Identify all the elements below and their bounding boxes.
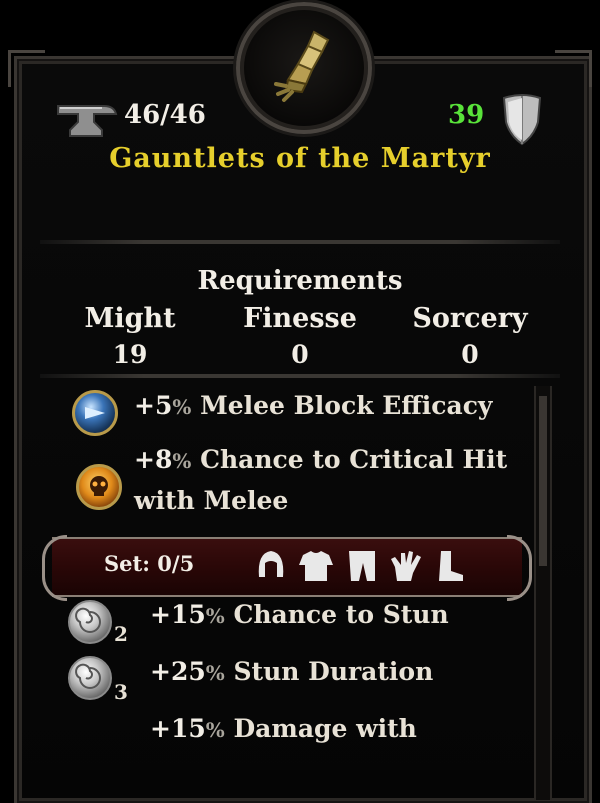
set-pieces bbox=[255, 547, 467, 585]
gloves-icon bbox=[391, 551, 421, 581]
bonus-text: Chance to Stun bbox=[233, 600, 449, 629]
bonus-value: +8 bbox=[134, 445, 173, 474]
anvil-icon bbox=[57, 105, 118, 137]
req-sorcery-value: 0 bbox=[461, 340, 479, 369]
gauntlet-icon bbox=[274, 30, 330, 102]
bonus-melee-block: +5% Melee Block Efficacy bbox=[134, 386, 492, 427]
req-sorcery-label: Sorcery bbox=[412, 303, 528, 334]
requirements-heading: Requirements bbox=[197, 266, 403, 296]
set-progress-label: Set: 0/5 bbox=[104, 551, 195, 576]
percent-sign: % bbox=[205, 718, 225, 742]
set-bonus-stun-duration: +25% Stun Duration bbox=[150, 652, 433, 693]
req-finesse-value: 0 bbox=[291, 340, 309, 369]
bonus-crit-melee: +8% Chance to Critical Hit with Melee bbox=[134, 440, 507, 521]
bonus-value: +25 bbox=[150, 657, 206, 686]
set-bar-cap-left bbox=[42, 535, 67, 601]
scrollbar-thumb[interactable] bbox=[539, 396, 547, 566]
percent-sign: % bbox=[205, 661, 225, 685]
durability-value: 46/46 bbox=[124, 100, 206, 130]
bonus-text-line2: with Melee bbox=[134, 486, 289, 515]
percent-sign: % bbox=[172, 395, 192, 419]
legs-icon bbox=[349, 551, 375, 581]
divider bbox=[40, 240, 560, 244]
boots-icon bbox=[439, 551, 463, 581]
bonus-text: Damage with bbox=[233, 714, 417, 743]
chest-icon bbox=[299, 551, 333, 581]
bonus-value: +15 bbox=[150, 600, 206, 629]
helm-icon bbox=[258, 551, 284, 577]
skull-orb-icon bbox=[76, 464, 122, 510]
frame-corner-left bbox=[8, 50, 45, 87]
req-might-label: Might bbox=[84, 303, 176, 334]
bonus-text: Melee Block Efficacy bbox=[200, 391, 493, 420]
item-name: Gauntlets of the Martyr bbox=[109, 143, 491, 174]
item-portrait bbox=[236, 2, 372, 134]
tooltip-scrollbar[interactable] bbox=[534, 386, 552, 800]
set-bonus-stun-chance: +15% Chance to Stun bbox=[150, 595, 449, 636]
set-bonus-damage: +15% Damage with bbox=[150, 709, 417, 750]
bonus-value: +5 bbox=[134, 391, 173, 420]
set-tier-2: 2 bbox=[114, 622, 128, 646]
swirl-orb-icon bbox=[68, 656, 112, 700]
divider bbox=[40, 374, 560, 378]
set-bar: Set: 0/5 bbox=[42, 535, 532, 601]
armor-value: 39 bbox=[448, 100, 485, 130]
bonus-text: Chance to Critical Hit bbox=[200, 445, 508, 474]
swirl-orb-icon bbox=[68, 600, 112, 644]
frame-corner-right bbox=[555, 50, 592, 87]
req-might-value: 19 bbox=[112, 340, 148, 369]
shield-icon bbox=[502, 94, 542, 146]
percent-sign: % bbox=[172, 449, 192, 473]
percent-sign: % bbox=[205, 604, 225, 628]
req-finesse-label: Finesse bbox=[243, 303, 357, 334]
bonus-value: +15 bbox=[150, 714, 206, 743]
set-tier-3: 3 bbox=[114, 680, 128, 704]
bonus-text: Stun Duration bbox=[233, 657, 434, 686]
shield-orb-icon bbox=[72, 390, 118, 436]
